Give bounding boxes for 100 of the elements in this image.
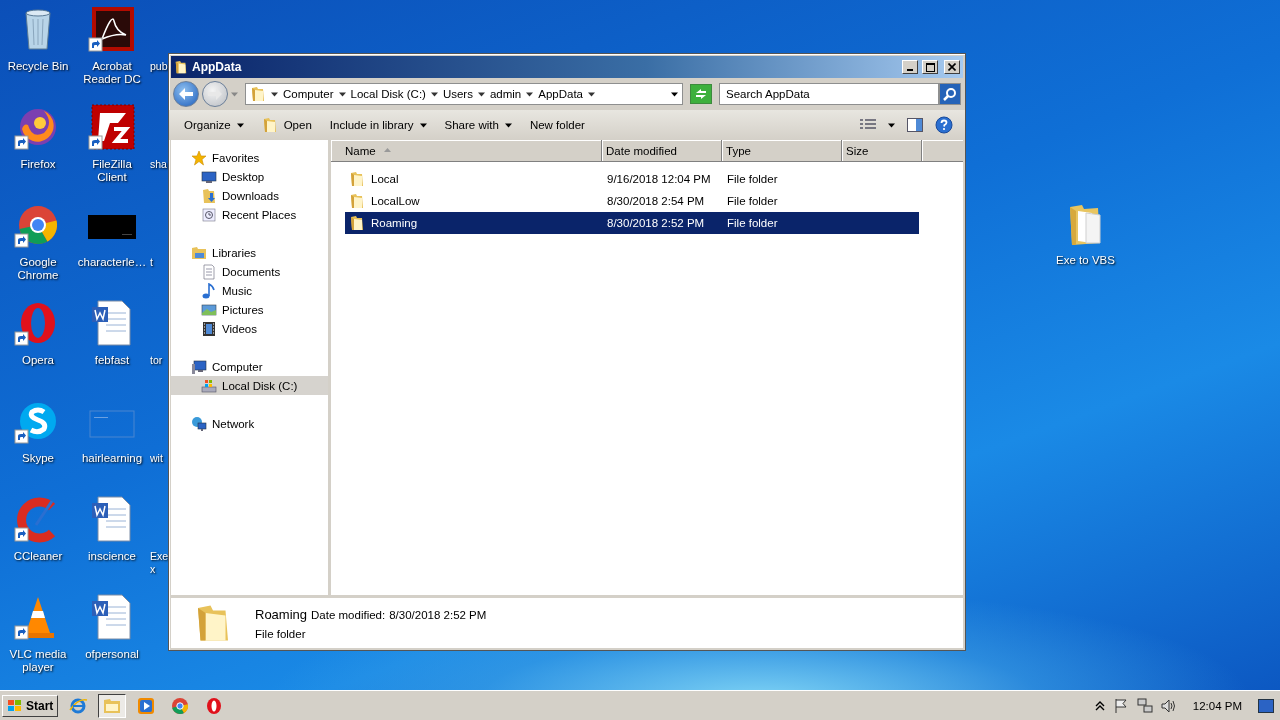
file-row[interactable]: LocalLow 8/30/2018 2:54 PM File folder [345,190,919,212]
nav-item[interactable]: Documents [171,262,328,281]
breadcrumb[interactable]: Computer [283,88,334,100]
separator-caret-icon [588,90,596,98]
file-name: LocalLow [371,195,420,207]
nav-item[interactable]: Music [171,281,328,300]
taskbar-app[interactable] [98,693,127,718]
column-header[interactable]: Name [331,140,602,162]
nav-item[interactable]: Network [171,414,328,433]
monitor-icon [201,168,217,185]
pdf-document-icon[interactable] [88,5,136,53]
desktop-icon-label[interactable]: wit [150,452,163,465]
nav-item[interactable]: Local Disk (C:) [171,376,328,395]
refresh-button[interactable] [690,84,712,104]
maximize-button[interactable] [922,60,938,74]
desktop-icon-label[interactable]: Opera [2,354,74,367]
command-button[interactable]: Open [254,114,319,136]
nav-item[interactable]: Desktop [171,167,328,186]
desktop-icon-label[interactable]: Exe x [150,550,169,576]
back-button[interactable] [173,81,199,107]
column-header[interactable]: Size [842,140,922,162]
start-button[interactable]: Start [2,694,59,717]
star-icon [191,149,207,166]
separator-caret-icon [477,90,485,98]
file-row[interactable]: Roaming 8/30/2018 2:52 PM File folder [345,212,919,234]
nav-item[interactable]: Downloads [171,186,328,205]
desktop-icon-label[interactable]: CCleaner [2,550,74,563]
tray-expand-icon[interactable] [1094,699,1105,712]
header-filler [922,140,963,162]
nav-item[interactable]: Libraries [171,243,328,262]
folder-icon [349,171,365,187]
command-button[interactable]: Organize [177,116,251,134]
desktop-icon-label[interactable]: inscience [76,550,148,563]
file-name: Local [371,173,399,185]
nav-item[interactable]: Pictures [171,300,328,319]
separator-caret-icon [526,90,534,98]
speaker-icon[interactable] [1160,697,1177,714]
desktop-icon-label[interactable]: Firefox [2,158,74,171]
command-button[interactable]: Include in library [322,116,434,134]
desktop-icon-label[interactable]: t [150,256,153,269]
breadcrumb[interactable]: AppData [538,88,584,100]
file-row[interactable]: Local 9/16/2018 12:04 PM File folder [345,168,919,190]
desktop-icon-label[interactable]: pub [150,60,168,73]
dropdown-caret-icon [671,90,678,98]
drive-icon [201,377,217,394]
separator-caret-icon [271,90,278,98]
column-header[interactable]: Date modified [602,140,722,162]
desktop-icon-label[interactable]: sha [150,158,167,171]
clock-window-icon [201,206,217,223]
film-strip-icon [201,320,217,337]
download-folder-icon [201,187,217,204]
caret-icon [419,121,427,129]
breadcrumb[interactable]: Local Disk (C:) [350,88,426,100]
breadcrumb[interactable]: Users [442,88,473,100]
search-field[interactable]: Search AppData [719,83,939,105]
search-button[interactable] [939,83,961,105]
desktop-icon-label[interactable]: Google Chrome [2,256,74,282]
nav-item[interactable]: Recent Places [171,205,328,224]
desktop-icon-label[interactable]: Recycle Bin [2,60,74,73]
desktop-icon-label[interactable]: hairlearning [76,452,148,465]
command-button[interactable]: Share with [437,116,519,134]
library-folder-icon [191,244,207,261]
type-cell-text: File folder [726,217,779,229]
computer-icon [191,358,207,375]
nav-item[interactable]: Videos [171,319,328,338]
file-name: Roaming [371,217,418,229]
minimize-button[interactable] [902,60,918,74]
maximize-icon [925,62,935,72]
breadcrumb[interactable]: admin [489,88,522,100]
desktop-icon-label[interactable]: Exe to VBS [1049,254,1122,267]
folder-icon [349,215,365,231]
refresh-icon [694,88,708,100]
caret-icon [888,121,895,129]
network-icon[interactable] [1136,697,1153,714]
flag-icon[interactable] [1112,697,1129,714]
forward-button[interactable] [202,81,228,107]
clock[interactable]: 12:04 PM [1192,699,1242,712]
desktop-icon-label[interactable]: tor [150,354,163,367]
close-button[interactable] [944,60,960,74]
desktop-icon-label[interactable]: characterle… [76,256,148,269]
desktop-icon-label[interactable]: Acrobat Reader DC [76,60,148,86]
open-folder-icon [261,117,278,133]
desktop-icon-label[interactable]: VLC media player [2,648,74,674]
date-cell-text: 9/16/2018 12:04 PM [606,173,712,185]
detail-name: Roaming [255,606,308,622]
search-icon [943,87,957,101]
command-button[interactable]: New folder [522,116,592,134]
zigzag-tile-icon[interactable] [88,103,136,151]
desktop-icon-label[interactable]: ofpersonal [76,648,148,661]
desktop-icon-label[interactable]: Skype [2,452,74,465]
desktop-icon-label[interactable]: FileZilla Client [76,158,148,184]
column-header[interactable]: Type [722,140,842,162]
music-note-icon [201,282,217,299]
detail-value: 8/30/2018 2:52 PM [389,608,487,621]
desktop-icon-label[interactable]: febfast [76,354,148,367]
show-desktop-icon[interactable] [1258,698,1274,713]
detail-type: File folder [255,627,307,640]
nav-item[interactable]: Favorites [171,148,328,167]
address-bar[interactable]: Computer Local Disk (C:) Users admin AppData [245,83,683,105]
nav-item[interactable]: Computer [171,357,328,376]
